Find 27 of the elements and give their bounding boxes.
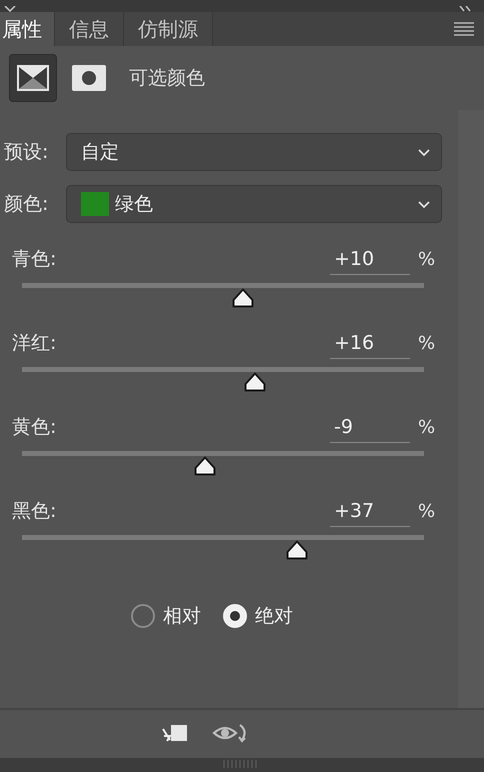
dropdown[interactable]: 绿色 xyxy=(66,185,442,223)
value-field[interactable]: +16 xyxy=(330,327,410,359)
value-field[interactable]: -9 xyxy=(330,411,410,443)
slider-label: 洋红: xyxy=(12,331,58,356)
field-label: 预设: xyxy=(3,140,50,165)
slider-label: 黄色: xyxy=(12,415,58,440)
chevron-down-icon xyxy=(417,200,431,208)
adjustment-icon xyxy=(17,65,49,91)
field-label: 颜色: xyxy=(3,192,50,217)
adjustment-title: 可选颜色 xyxy=(129,66,205,91)
value-field[interactable]: +37 xyxy=(330,495,410,527)
layer-icon-button[interactable] xyxy=(9,54,57,102)
panel-tab[interactable]: 属性 xyxy=(0,12,55,46)
slider-label: 黑色: xyxy=(12,499,58,524)
percent-unit: % xyxy=(418,416,436,438)
value-field[interactable]: +10 xyxy=(330,243,410,275)
dropdown[interactable]: 自定 xyxy=(66,133,442,171)
chevron-down-icon xyxy=(417,148,431,156)
close-icon[interactable] xyxy=(4,6,16,12)
menu-icon[interactable] xyxy=(454,22,474,36)
slider-label: 青色: xyxy=(12,247,58,272)
radio-option[interactable]: 绝对 xyxy=(223,603,293,629)
percent-unit: % xyxy=(418,248,436,270)
percent-unit: % xyxy=(418,332,436,354)
percent-unit: % xyxy=(418,500,436,522)
mask-icon xyxy=(72,65,106,91)
radio-option[interactable]: 相对 xyxy=(131,603,201,629)
